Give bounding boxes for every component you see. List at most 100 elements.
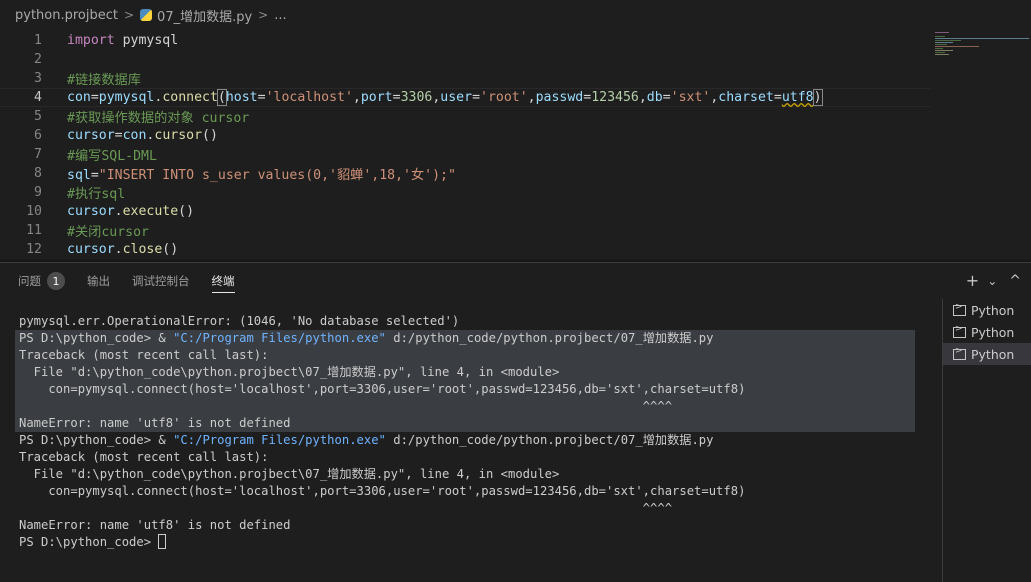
tab-label: 输出 (87, 274, 110, 288)
code-token: pymysql (122, 33, 179, 48)
line-number: 10 (26, 204, 42, 219)
line-number: 12 (26, 242, 42, 257)
tab-label: 调试控制台 (132, 274, 190, 288)
terminal-command: d:/python_code/python.projbect/07_增加数据.p… (385, 433, 714, 447)
code-token: port (360, 90, 393, 105)
code-token: pymysql (98, 90, 155, 105)
line-number: 1 (34, 33, 42, 48)
code-token: host (225, 90, 258, 105)
terminal-line: ^^^^ (19, 501, 673, 515)
code-line[interactable]: 1 import pymysql (0, 31, 930, 50)
breadcrumb-symbol[interactable]: ... (274, 8, 286, 23)
code-token: 3306 (400, 90, 433, 105)
terminal-line: NameError: name 'utf8' is not defined (19, 416, 291, 430)
code-token: charset (718, 90, 774, 105)
code-token: con (67, 90, 91, 105)
terminal-icon (953, 346, 966, 360)
terminal-instance-active[interactable]: Python (943, 343, 1031, 365)
code-token: execute (122, 204, 179, 219)
code-comment: #链接数据库 (67, 73, 141, 88)
minimap[interactable] (933, 30, 1031, 262)
code-token: () (162, 242, 179, 257)
terminal-line: con=pymysql.connect(host='localhost',por… (19, 382, 746, 396)
line-number: 2 (34, 52, 42, 67)
minimap-line (935, 50, 953, 51)
code-line[interactable]: 10 cursor.execute() (0, 202, 930, 221)
code-token: , (352, 90, 361, 105)
terminal-line: ^^^^ (19, 399, 673, 413)
terminal-instance[interactable]: Python (943, 299, 1031, 321)
code-line[interactable]: 5 #获取操作数据的对象 cursor (0, 107, 930, 126)
warning-squiggle[interactable]: utf8 (782, 90, 814, 105)
code-line[interactable]: 2 (0, 50, 930, 69)
terminal-instance-label: Python (971, 324, 1015, 340)
breadcrumb-file[interactable]: 07_增加数据.py (157, 6, 252, 25)
code-token: = (90, 90, 99, 105)
tab-label: 问题 (18, 274, 41, 288)
minimap-line (935, 40, 961, 41)
panel-tab-bar: 问题 1 输出 调试控制台 终端 (0, 263, 1031, 299)
code-token: sql (67, 168, 91, 183)
tab-output[interactable]: 输出 (87, 263, 110, 299)
terminal-instance-list: Python Python Python (942, 299, 1031, 582)
code-editor[interactable]: 1 import pymysql 2 3 #链接数据库 4 con=pymysq… (0, 30, 1031, 262)
terminal-line: pymysql.err.OperationalError: (1046, 'No… (19, 314, 460, 328)
code-comment: #关闭cursor (67, 225, 149, 240)
terminal-line: File "d:\python_code\python.projbect\07_… (19, 467, 560, 481)
line-number: 3 (34, 71, 42, 86)
code-token: "INSERT INTO s_user values(0,'貂蝉',18,'女'… (98, 168, 456, 183)
code-token: = (90, 168, 99, 183)
breadcrumb-folder[interactable]: python.projbect (15, 8, 118, 23)
minimap-line (935, 46, 979, 47)
tab-terminal[interactable]: 终端 (211, 263, 235, 299)
tab-label: 终端 (211, 274, 235, 288)
breadcrumb-separator: > (258, 8, 269, 22)
code-token: = (662, 90, 671, 105)
minimap-line (935, 44, 947, 45)
code-token: () (202, 128, 218, 143)
terminal-string: "C:/Program Files/python.exe" (173, 433, 386, 447)
code-line[interactable]: 7 #编写SQL-DML (0, 145, 930, 164)
code-token: , (527, 90, 536, 105)
code-line[interactable]: 12 cursor.close() (0, 240, 930, 259)
code-token: 'localhost' (265, 90, 353, 105)
breadcrumb-separator: > (123, 8, 135, 22)
terminal-icon (953, 324, 966, 338)
chevron-down-icon[interactable]: ⌄ (987, 275, 997, 287)
terminal-prompt: PS D:\python_code> & (19, 433, 174, 447)
code-token: cursor (67, 242, 115, 257)
terminal-command: d:/python_code/python.projbect/07_增加数据.p… (385, 331, 714, 345)
code-line[interactable]: 8 sql="INSERT INTO s_user values(0,'貂蝉',… (0, 164, 930, 183)
code-line[interactable]: 11 #关闭cursor (0, 221, 930, 240)
code-line[interactable]: 3 #链接数据库 (0, 69, 930, 88)
terminal-line: Traceback (most recent call last): (19, 348, 269, 362)
terminal-prompt: PS D:\python_code> (19, 535, 159, 549)
code-line-current[interactable]: 4 con=pymysql.connect(host='localhost',p… (0, 88, 930, 107)
code-token: . (114, 204, 123, 219)
line-number: 9 (34, 185, 42, 200)
terminal-line: con=pymysql.connect(host='localhost',por… (19, 484, 746, 498)
code-token: cursor (67, 128, 115, 143)
new-terminal-icon[interactable]: + (966, 273, 979, 289)
terminal-line: PS D:\python_code> & "C:/Program Files/p… (19, 330, 713, 347)
tab-problems[interactable]: 问题 1 (18, 263, 65, 299)
bracket-match: ( (216, 89, 227, 106)
code-line[interactable]: 6 cursor=con.cursor() (0, 126, 930, 145)
code-line[interactable]: 9 #执行sql (0, 183, 930, 202)
code-token: cursor (67, 204, 115, 219)
minimap-line (935, 38, 1029, 39)
code-token: connect (162, 90, 218, 105)
code-comment: #编写SQL-DML (67, 149, 157, 164)
python-file-icon (140, 9, 153, 21)
terminal-line: PS D:\python_code> (19, 534, 167, 551)
code-token: 'root' (480, 90, 528, 105)
tab-debug-console[interactable]: 调试控制台 (132, 263, 190, 299)
terminal-output[interactable]: pymysql.err.OperationalError: (1046, 'No… (0, 299, 942, 582)
terminal-instance[interactable]: Python (943, 321, 1031, 343)
line-number: 5 (34, 109, 42, 124)
terminal-line: Traceback (most recent call last): (19, 450, 269, 464)
bracket-match: ) (812, 89, 823, 106)
chevron-up-icon[interactable]: ^ (1009, 274, 1021, 288)
terminal-instance-label: Python (971, 346, 1015, 362)
code-token: close (122, 242, 163, 257)
